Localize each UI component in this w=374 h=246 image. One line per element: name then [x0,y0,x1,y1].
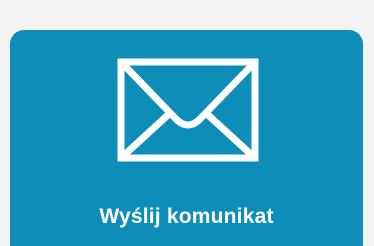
tile-label: Wyślij komunikat [99,205,274,228]
envelope-icon [117,58,259,162]
page: Wyślij komunikat [0,0,374,246]
send-message-tile[interactable]: Wyślij komunikat [10,30,363,246]
